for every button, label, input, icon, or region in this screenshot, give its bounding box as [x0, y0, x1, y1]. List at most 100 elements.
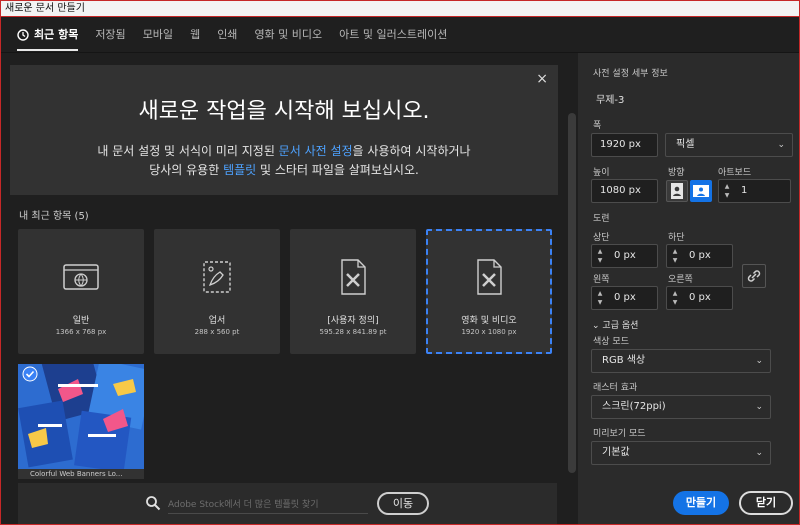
card-name: 영화 및 비디오: [461, 316, 517, 326]
preview-mode-select[interactable]: 기본값 ⌄: [591, 441, 771, 465]
advanced-options-label: 고급 옵션: [602, 321, 639, 331]
unit-select[interactable]: 픽셀 ⌄: [665, 133, 793, 157]
tab-print[interactable]: 인쇄: [217, 17, 237, 53]
postcard-icon: [203, 261, 231, 293]
template-preview-image: [18, 364, 144, 479]
search-underline: [168, 513, 368, 514]
preset-details-pane: 사전 설정 세부 정보 무제-3 폭 1920 px 픽셀 ⌄ 높이 1080 p…: [578, 53, 799, 524]
recent-card-custom[interactable]: [사용자 정의] 595.28 x 841.89 pt: [290, 229, 416, 354]
document-name-field[interactable]: 무제-3: [596, 91, 624, 106]
link-bleed-button[interactable]: [742, 264, 766, 288]
bleed-right-value: 0 px: [689, 292, 711, 303]
recent-title: 내 최근 항목: [19, 211, 72, 222]
card-size: 595.28 x 841.89 pt: [319, 328, 387, 336]
artboard-field[interactable]: ▲ ▼ 1: [718, 179, 791, 203]
close-banner-icon[interactable]: ×: [536, 71, 548, 87]
go-button[interactable]: 이동: [377, 492, 429, 515]
card-size: 1920 x 1080 px: [461, 328, 517, 336]
tab-art-illustration[interactable]: 아트 및 일러스트레이션: [339, 17, 447, 53]
bleed-top-label: 상단: [593, 233, 610, 243]
scrollbar[interactable]: [568, 113, 576, 473]
tab-recent[interactable]: 최근 항목: [17, 17, 79, 53]
preview-mode-value: 기본값: [602, 447, 630, 458]
window-title: 새로운 문서 만들기: [1, 1, 799, 17]
landscape-icon: [693, 185, 709, 197]
document-presets-link[interactable]: 문서 사전 설정: [279, 144, 353, 158]
advanced-options-toggle[interactable]: ⌄ 고급 옵션: [592, 318, 638, 331]
presets-pane: × 새로운 작업을 시작해 보십시오. 내 문서 설정 및 서식이 미리 지정된…: [1, 53, 578, 524]
portrait-icon: [671, 183, 683, 199]
orientation-label: 방향: [668, 168, 685, 178]
unit-value: 픽셀: [676, 139, 695, 150]
chevron-down-icon: ⌄: [755, 356, 763, 366]
bleed-left-field[interactable]: ▲ ▼ 0 px: [591, 286, 658, 310]
artboard-label: 아트보드: [718, 168, 752, 178]
width-field[interactable]: 1920 px: [591, 133, 658, 157]
recent-card-postcard[interactable]: 업서 288 x 560 pt: [154, 229, 280, 354]
preview-mode-label: 미리보기 모드: [593, 429, 646, 439]
tab-mobile[interactable]: 모바일: [143, 17, 173, 53]
stock-search-bar: Adobe Stock에서 더 많은 템플릿 찾기 이동: [18, 483, 557, 524]
banner-text: 내 문서 설정 및 서식이 미리 지정된: [97, 144, 279, 158]
banner-text-line1: 내 문서 설정 및 서식이 미리 지정된 문서 사전 설정을 사용하여 시작하거…: [10, 142, 558, 159]
color-mode-value: RGB 색상: [602, 355, 646, 366]
card-name: [사용자 정의]: [327, 316, 379, 326]
width-label: 폭: [593, 121, 602, 131]
web-icon: [63, 264, 99, 290]
height-field[interactable]: 1080 px: [591, 179, 658, 203]
recent-card-general[interactable]: 일반 1366 x 768 px: [18, 229, 144, 354]
preset-section-title: 사전 설정 세부 정보: [593, 69, 668, 79]
card-size: 288 x 560 pt: [194, 328, 240, 336]
close-button[interactable]: 닫기: [739, 491, 793, 515]
bleed-top-field[interactable]: ▲ ▼ 0 px: [591, 244, 658, 268]
clock-icon: [17, 28, 29, 41]
height-label: 높이: [593, 168, 610, 178]
recent-count: (5): [74, 211, 89, 222]
tab-saved[interactable]: 저장됨: [95, 17, 125, 53]
stepper-icon[interactable]: ▲ ▼: [595, 247, 605, 265]
portrait-orientation-button[interactable]: [666, 180, 688, 202]
bleed-right-field[interactable]: ▲ ▼ 0 px: [666, 286, 733, 310]
stepper-icon[interactable]: ▲ ▼: [670, 289, 680, 307]
chevron-down-icon: ⌄: [755, 448, 763, 458]
stepper-icon[interactable]: ▲ ▼: [595, 289, 605, 307]
stepper-icon[interactable]: ▲ ▼: [670, 247, 680, 265]
tab-web[interactable]: 웹: [190, 17, 200, 53]
bleed-bottom-label: 하단: [668, 233, 685, 243]
chevron-down-icon: ⌄: [592, 321, 600, 331]
raster-effects-select[interactable]: 스크린(72ppi) ⌄: [591, 395, 771, 419]
stock-search-input[interactable]: Adobe Stock에서 더 많은 템플릿 찾기: [168, 497, 318, 510]
tab-film-video[interactable]: 영화 및 비디오: [254, 17, 322, 53]
category-tabs: 최근 항목 저장됨 모바일 웹 인쇄 영화 및 비디오 아트 및 일러스트레이션: [1, 17, 799, 53]
color-mode-select[interactable]: RGB 색상 ⌄: [591, 349, 771, 373]
tab-label: 최근 항목: [34, 27, 79, 41]
custom-doc-icon: [341, 259, 366, 295]
create-button[interactable]: 만들기: [673, 491, 729, 515]
banner-headline: 새로운 작업을 시작해 보십시오.: [138, 99, 430, 124]
stepper-icon[interactable]: ▲ ▼: [722, 182, 732, 200]
bleed-bottom-value: 0 px: [689, 250, 711, 261]
new-document-dialog: 새로운 문서 만들기 최근 항목 저장됨 모바일 웹 인쇄 영화 및 비디오 아…: [0, 0, 800, 525]
chevron-down-icon: ⌄: [777, 140, 785, 150]
chevron-down-icon: ⌄: [755, 402, 763, 412]
bleed-bottom-field[interactable]: ▲ ▼ 0 px: [666, 244, 733, 268]
banner-text-line2: 당사의 유용한 템플릿 및 스타터 파일을 살펴보십시오.: [10, 161, 558, 178]
landscape-orientation-button[interactable]: [690, 180, 712, 202]
welcome-banner: × 새로운 작업을 시작해 보십시오. 내 문서 설정 및 서식이 미리 지정된…: [10, 65, 558, 195]
color-mode-label: 색상 모드: [593, 337, 629, 347]
bleed-top-value: 0 px: [614, 250, 636, 261]
card-name: 업서: [208, 316, 226, 326]
raster-effects-value: 스크린(72ppi): [602, 401, 666, 412]
card-name: 일반: [72, 316, 90, 326]
recent-section-title: 내 최근 항목 (5): [19, 207, 89, 222]
recent-card-film-video[interactable]: 영화 및 비디오 1920 x 1080 px: [426, 229, 552, 354]
banner-text: 당사의 유용한: [149, 163, 224, 177]
templates-link[interactable]: 템플릿: [223, 163, 256, 177]
video-doc-icon: [477, 259, 502, 295]
template-thumbnail[interactable]: Colorful Web Banners Lo...: [18, 364, 144, 479]
artboard-value: 1: [741, 185, 748, 196]
banner-text: 을 사용하여 시작하거나: [352, 144, 471, 158]
bleed-left-label: 왼쪽: [593, 275, 610, 285]
template-caption: Colorful Web Banners Lo...: [18, 469, 144, 479]
banner-text: 및 스타터 파일을 살펴보십시오.: [256, 163, 419, 177]
